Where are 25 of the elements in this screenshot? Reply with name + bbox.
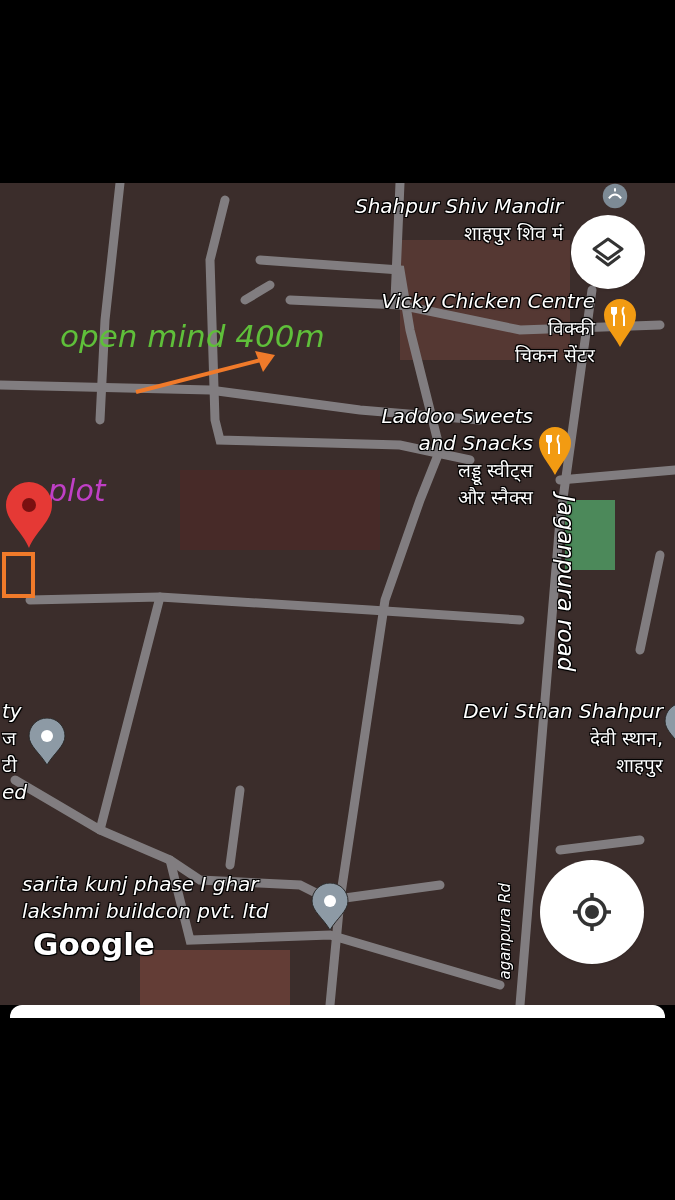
place-label[interactable]: देवी स्थान, (589, 725, 663, 752)
place-label[interactable]: lakshmi buildcon pvt. ltd (22, 898, 269, 925)
handwritten-note: plot (48, 472, 106, 510)
place-pin-icon[interactable] (311, 883, 349, 931)
place-pin-icon[interactable] (28, 718, 66, 766)
place-label[interactable]: शाहपुर (616, 752, 663, 779)
place-label[interactable]: ज (2, 725, 16, 752)
road-label: Jaganpura road (552, 495, 580, 672)
place-label[interactable]: Shahpur Shiv Mandir (354, 193, 563, 220)
place-label[interactable]: लड्डू स्वीट्स (457, 457, 533, 484)
place-label[interactable]: टी (2, 752, 17, 779)
place-label[interactable]: Devi Sthan Shahpur (463, 698, 663, 725)
place-label[interactable]: ty (2, 698, 22, 725)
place-label[interactable]: विक्की (548, 315, 595, 342)
layers-icon (591, 235, 625, 269)
place-label[interactable]: और स्नैक्स (457, 484, 533, 511)
restaurant-pin-icon[interactable] (538, 426, 572, 476)
place-label[interactable]: शाहपुर शिव मं (463, 220, 563, 247)
place-label[interactable]: ed (2, 779, 27, 806)
google-logo: Google (33, 929, 155, 960)
my-location-icon (571, 891, 613, 933)
place-label[interactable]: चिकन सेंटर (514, 342, 595, 369)
road-label: aganpura Rd (496, 883, 514, 980)
restaurant-pin-icon[interactable] (603, 298, 637, 348)
place-label[interactable]: and Snacks (418, 430, 533, 457)
